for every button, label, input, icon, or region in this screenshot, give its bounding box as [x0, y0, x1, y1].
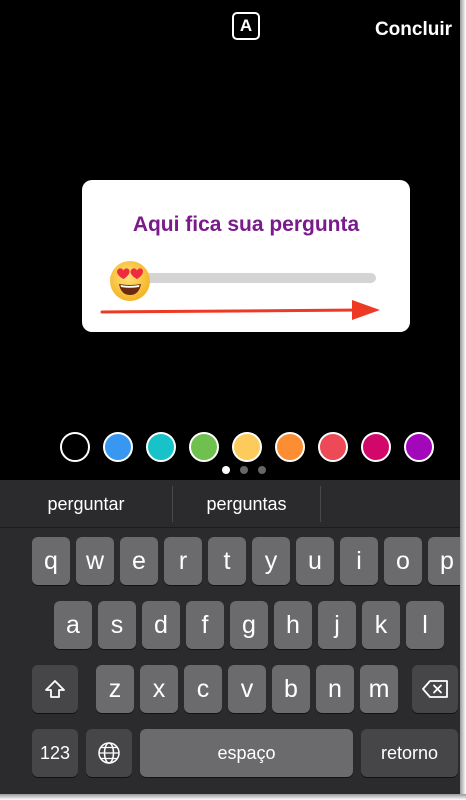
key-s[interactable]: s — [98, 601, 136, 649]
backspace-key[interactable] — [412, 665, 458, 713]
key-c[interactable]: c — [184, 665, 222, 713]
suggestion-bar: perguntar perguntas — [0, 480, 460, 528]
color-swatch[interactable] — [146, 432, 176, 462]
key-l[interactable]: l — [406, 601, 444, 649]
text-style-button[interactable]: A — [232, 12, 260, 40]
keyboard: perguntar perguntas qwertyuiop asdfghjkl z… — [0, 480, 460, 794]
color-swatch[interactable] — [103, 432, 133, 462]
key-b[interactable]: b — [272, 665, 310, 713]
story-editor-screen: A Concluir Aqui fica sua pergunta pergun… — [0, 0, 460, 794]
key-k[interactable]: k — [362, 601, 400, 649]
key-u[interactable]: u — [296, 537, 334, 585]
key-h[interactable]: h — [274, 601, 312, 649]
return-key-label: retorno — [380, 742, 439, 763]
numbers-key[interactable]: 123 — [32, 729, 78, 777]
key-j[interactable]: j — [318, 601, 356, 649]
globe-icon — [98, 742, 120, 764]
suggestion-item[interactable]: perguntas — [173, 480, 320, 528]
color-swatch[interactable] — [232, 432, 262, 462]
key-f[interactable]: f — [186, 601, 224, 649]
shift-icon — [45, 680, 65, 698]
color-swatch[interactable] — [404, 432, 434, 462]
emoji-slider-sticker[interactable]: Aqui fica sua pergunta — [82, 180, 410, 332]
globe-key[interactable] — [86, 729, 132, 777]
suggestion-item[interactable]: perguntar — [0, 480, 172, 528]
key-d[interactable]: d — [142, 601, 180, 649]
key-t[interactable]: t — [208, 537, 246, 585]
sticker-question[interactable]: Aqui fica sua pergunta — [82, 213, 410, 237]
page-dot — [258, 466, 266, 474]
key-g[interactable]: g — [230, 601, 268, 649]
key-o[interactable]: o — [384, 537, 422, 585]
backspace-icon — [422, 680, 448, 698]
color-swatch[interactable] — [318, 432, 348, 462]
return-key[interactable]: retorno — [361, 729, 458, 777]
key-a[interactable]: a — [54, 601, 92, 649]
key-w[interactable]: w — [76, 537, 114, 585]
numbers-key-label: 123 — [39, 742, 71, 763]
key-e[interactable]: e — [120, 537, 158, 585]
page-dot — [240, 466, 248, 474]
key-y[interactable]: y — [252, 537, 290, 585]
color-swatch[interactable] — [275, 432, 305, 462]
done-button[interactable]: Concluir — [375, 19, 452, 41]
suggestion-item[interactable] — [321, 480, 460, 528]
key-i[interactable]: i — [340, 537, 378, 585]
shift-key[interactable] — [32, 665, 78, 713]
space-key-label: espaço — [217, 742, 276, 763]
key-x[interactable]: x — [140, 665, 178, 713]
heart-eyes-emoji-icon[interactable] — [108, 259, 152, 303]
color-swatch[interactable] — [189, 432, 219, 462]
arrow-right-icon — [100, 300, 380, 320]
key-q[interactable]: q — [32, 537, 70, 585]
page-dot — [222, 466, 230, 474]
page-edge — [0, 794, 466, 800]
key-z[interactable]: z — [96, 665, 134, 713]
key-r[interactable]: r — [164, 537, 202, 585]
key-p[interactable]: p — [428, 537, 460, 585]
page-edge — [460, 0, 466, 800]
key-v[interactable]: v — [228, 665, 266, 713]
space-key[interactable]: espaço — [140, 729, 353, 777]
color-swatch[interactable] — [361, 432, 391, 462]
color-swatch[interactable] — [60, 432, 90, 462]
key-m[interactable]: m — [360, 665, 398, 713]
key-n[interactable]: n — [316, 665, 354, 713]
